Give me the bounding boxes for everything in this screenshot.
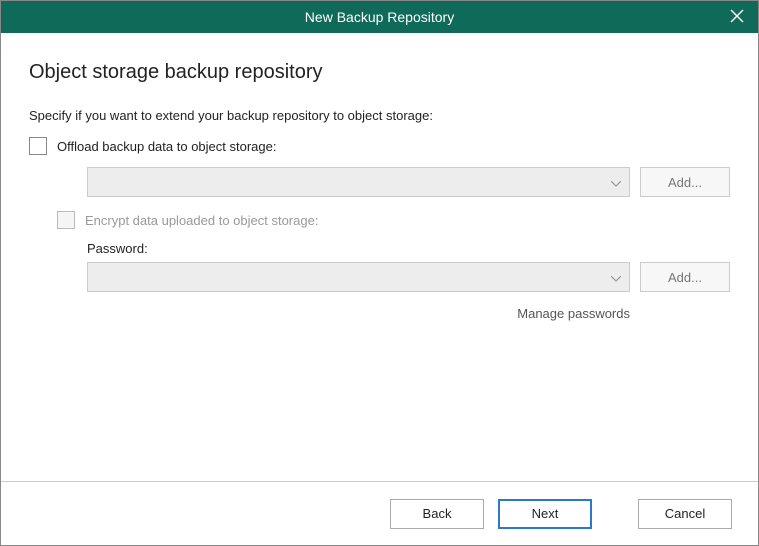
encrypt-checkbox-label: Encrypt data uploaded to object storage: — [85, 213, 318, 228]
close-icon — [730, 9, 744, 26]
add-password-button[interactable]: Add... — [640, 262, 730, 292]
offload-storage-row: Add... — [87, 167, 730, 197]
offload-checkbox[interactable] — [29, 137, 47, 155]
offload-checkbox-row: Offload backup data to object storage: — [29, 137, 730, 155]
footer: Back Next Cancel — [1, 481, 758, 545]
chevron-down-icon — [611, 175, 621, 190]
next-button[interactable]: Next — [498, 499, 592, 529]
close-button[interactable] — [716, 1, 758, 33]
back-button[interactable]: Back — [390, 499, 484, 529]
password-dropdown[interactable] — [87, 262, 630, 292]
content-area: Object storage backup repository Specify… — [1, 33, 758, 481]
add-storage-button[interactable]: Add... — [640, 167, 730, 197]
window-title: New Backup Repository — [1, 9, 758, 25]
encrypt-checkbox[interactable] — [57, 211, 75, 229]
manage-passwords-link[interactable]: Manage passwords — [87, 306, 730, 321]
chevron-down-icon — [611, 270, 621, 285]
encrypt-checkbox-row: Encrypt data uploaded to object storage: — [57, 211, 730, 229]
titlebar: New Backup Repository — [1, 1, 758, 33]
cancel-button[interactable]: Cancel — [638, 499, 732, 529]
password-label: Password: — [87, 241, 730, 256]
object-storage-dropdown[interactable] — [87, 167, 630, 197]
password-row: Add... — [87, 262, 730, 292]
offload-checkbox-label: Offload backup data to object storage: — [57, 139, 276, 154]
page-subtitle: Specify if you want to extend your backu… — [29, 108, 730, 123]
page-title: Object storage backup repository — [29, 61, 730, 84]
